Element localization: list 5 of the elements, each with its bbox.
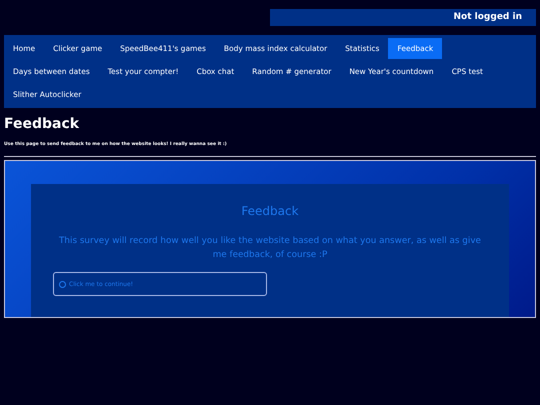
radio-button[interactable] [59,280,66,288]
login-status: Not logged in [270,9,536,26]
survey-title: Feedback [241,204,299,218]
page-title: Feedback [4,116,80,132]
survey-description: This survey will record how well you like the website based on what you answer, as well as give me feedback, of course :P [58,235,482,262]
